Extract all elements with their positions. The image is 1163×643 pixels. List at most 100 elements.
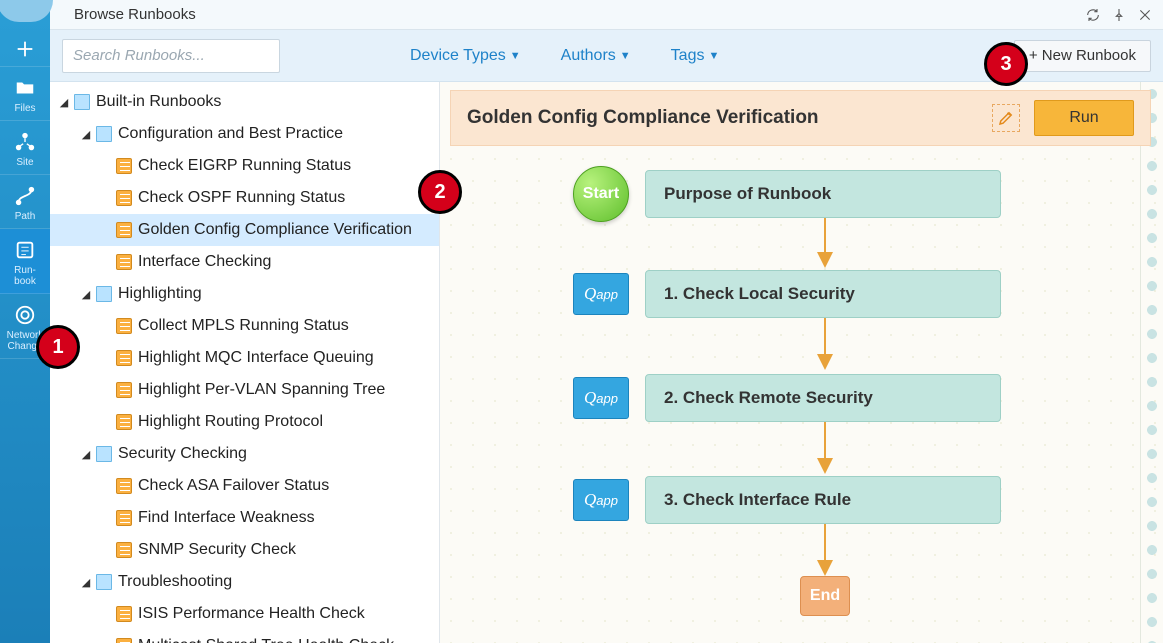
- runbook-file-icon: [116, 318, 132, 334]
- tree-label: Built-in Runbooks: [96, 93, 221, 111]
- tree-item[interactable]: Highlight Per-VLAN Spanning Tree: [50, 374, 439, 406]
- rail-label: Files: [14, 103, 35, 114]
- runbook-file-icon: [116, 158, 132, 174]
- runbook-tree: ◢ Built-in Runbooks ◢ Configuration and …: [50, 82, 440, 643]
- filter-authors[interactable]: Authors▼: [561, 47, 631, 65]
- rail-path[interactable]: Path: [0, 175, 50, 229]
- step-box[interactable]: 1. Check Local Security: [645, 270, 1001, 318]
- tree-item[interactable]: Check ASA Failover Status: [50, 470, 439, 502]
- panel-header: Browse Runbooks: [50, 0, 1163, 30]
- filter-label: Tags: [671, 47, 705, 65]
- tree-label: Highlight Per-VLAN Spanning Tree: [138, 381, 385, 399]
- end-badge: End: [800, 576, 850, 616]
- filter-label: Device Types: [410, 47, 506, 65]
- tree-label: Multicast Shared Tree Health Check: [138, 637, 394, 643]
- tree-label: Highlight MQC Interface Queuing: [138, 349, 374, 367]
- tree-item[interactable]: Highlight Routing Protocol: [50, 406, 439, 438]
- flow-end-node[interactable]: End: [800, 576, 850, 616]
- flow-start-node[interactable]: Start Purpose of Runbook: [573, 166, 1001, 222]
- tree-item[interactable]: Multicast Shared Tree Health Check: [50, 630, 439, 643]
- tree-item[interactable]: Check OSPF Running Status: [50, 182, 439, 214]
- search-input[interactable]: [73, 47, 274, 64]
- pin-icon[interactable]: [1111, 7, 1127, 23]
- tree-label: Highlighting: [118, 285, 202, 303]
- filter-label: Authors: [561, 47, 616, 65]
- runbook-icon: [14, 239, 36, 261]
- tree-item[interactable]: Find Interface Weakness: [50, 502, 439, 534]
- folder-icon: [96, 446, 112, 462]
- close-icon[interactable]: [1137, 7, 1153, 23]
- step-box[interactable]: 3. Check Interface Rule: [645, 476, 1001, 524]
- rail-site[interactable]: Site: [0, 121, 50, 175]
- start-badge: Start: [573, 166, 629, 222]
- folder-icon: [14, 77, 36, 99]
- tree-label: Highlight Routing Protocol: [138, 413, 323, 431]
- expander-icon[interactable]: ◢: [80, 576, 92, 589]
- expander-icon[interactable]: ◢: [80, 128, 92, 141]
- tree-item-selected[interactable]: Golden Config Compliance Verification: [50, 214, 439, 246]
- tree-label: Golden Config Compliance Verification: [138, 221, 412, 239]
- runbook-header: Golden Config Compliance Verification Ru…: [450, 90, 1151, 146]
- tree-folder[interactable]: ◢ Configuration and Best Practice: [50, 118, 439, 150]
- left-rail: Files Site Path Run- book Network Change: [0, 0, 50, 643]
- caret-down-icon: ▼: [510, 50, 521, 62]
- rail-label: Run- book: [14, 265, 36, 287]
- flow-step-node[interactable]: Qapp 1. Check Local Security: [573, 270, 1001, 318]
- runbook-file-icon: [116, 190, 132, 206]
- rail-files[interactable]: Files: [0, 67, 50, 121]
- tree-item[interactable]: ISIS Performance Health Check: [50, 598, 439, 630]
- folder-icon: [96, 126, 112, 142]
- folder-icon: [96, 286, 112, 302]
- rail-runbook[interactable]: Run- book: [0, 229, 50, 294]
- rail-corner-accent: [0, 0, 53, 22]
- runbook-title: Golden Config Compliance Verification: [467, 107, 992, 129]
- tree-folder[interactable]: ◢ Troubleshooting: [50, 566, 439, 598]
- runbook-file-icon: [116, 254, 132, 270]
- runbook-file-icon: [116, 382, 132, 398]
- run-button[interactable]: Run: [1034, 100, 1134, 136]
- runbook-file-icon: [116, 510, 132, 526]
- runbook-file-icon: [116, 350, 132, 366]
- folder-icon: [74, 94, 90, 110]
- runbook-canvas: Golden Config Compliance Verification Ru…: [440, 82, 1163, 643]
- refresh-icon[interactable]: [1085, 7, 1101, 23]
- tree-folder-root[interactable]: ◢ Built-in Runbooks: [50, 86, 439, 118]
- tree-item[interactable]: Collect MPLS Running Status: [50, 310, 439, 342]
- tree-label: Find Interface Weakness: [138, 509, 315, 527]
- rail-add[interactable]: [0, 28, 50, 67]
- qapp-badge: Qapp: [573, 273, 629, 315]
- tree-label: Collect MPLS Running Status: [138, 317, 349, 335]
- runbook-file-icon: [116, 478, 132, 494]
- expander-icon[interactable]: ◢: [58, 96, 70, 109]
- edit-button[interactable]: [992, 104, 1020, 132]
- panel-title: Browse Runbooks: [74, 6, 1085, 23]
- rail-label: Path: [15, 211, 36, 222]
- tree-item[interactable]: Highlight MQC Interface Queuing: [50, 342, 439, 374]
- tree-item[interactable]: Check EIGRP Running Status: [50, 150, 439, 182]
- step-box[interactable]: 2. Check Remote Security: [645, 374, 1001, 422]
- tree-label: Check EIGRP Running Status: [138, 157, 351, 175]
- filter-tags[interactable]: Tags▼: [671, 47, 720, 65]
- filter-device-types[interactable]: Device Types ▼: [410, 47, 521, 65]
- site-icon: [14, 131, 36, 153]
- flow-step-node[interactable]: Qapp 2. Check Remote Security: [573, 374, 1001, 422]
- flow-step-node[interactable]: Qapp 3. Check Interface Rule: [573, 476, 1001, 524]
- tree-label: ISIS Performance Health Check: [138, 605, 365, 623]
- search-box[interactable]: [62, 39, 280, 73]
- tree-folder[interactable]: ◢ Highlighting: [50, 278, 439, 310]
- runbook-file-icon: [116, 414, 132, 430]
- new-runbook-button[interactable]: + New Runbook: [1014, 40, 1151, 72]
- runbook-file-icon: [116, 222, 132, 238]
- tree-item[interactable]: SNMP Security Check: [50, 534, 439, 566]
- callout-2: 2: [418, 170, 462, 214]
- expander-icon[interactable]: ◢: [80, 288, 92, 301]
- step-box[interactable]: Purpose of Runbook: [645, 170, 1001, 218]
- tree-item[interactable]: Interface Checking: [50, 246, 439, 278]
- expander-icon[interactable]: ◢: [80, 448, 92, 461]
- rail-label: Site: [16, 157, 33, 168]
- flow-diagram: Start Purpose of Runbook Qapp 1. Check L…: [440, 164, 1163, 643]
- runbook-file-icon: [116, 542, 132, 558]
- tree-label: Configuration and Best Practice: [118, 125, 343, 143]
- plus-icon: [14, 38, 36, 60]
- tree-folder[interactable]: ◢ Security Checking: [50, 438, 439, 470]
